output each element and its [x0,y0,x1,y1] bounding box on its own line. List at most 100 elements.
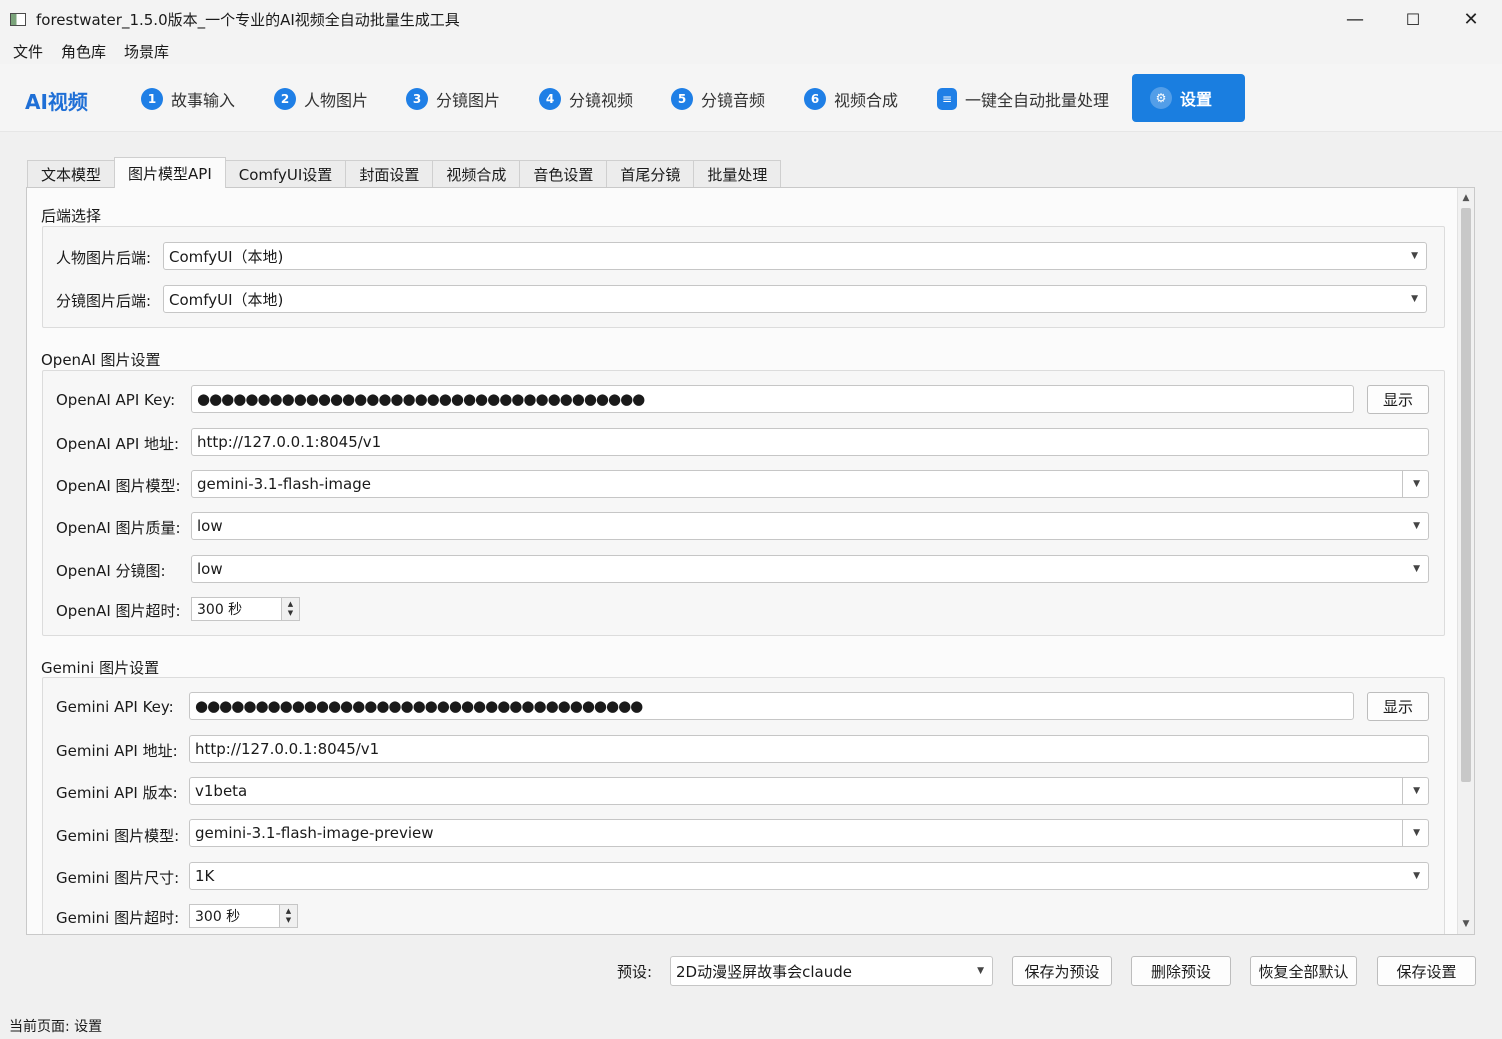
gemini-model-select[interactable]: gemini-3.1-flash-image-preview ▼ [189,819,1429,847]
tab-voice-settings[interactable]: 音色设置 [519,160,608,188]
nav-label: 人物图片 [304,91,369,110]
stepper-arrows-icon[interactable]: ▲ ▼ [281,598,299,620]
stepper-arrows-icon[interactable]: ▲ ▼ [279,905,297,927]
openai-url-input[interactable]: http://127.0.0.1:8045/v1 [191,428,1429,456]
tab-text-model[interactable]: 文本模型 [27,160,116,188]
vertical-scrollbar[interactable]: ▲ ▼ [1457,188,1474,934]
gemini-version-label: Gemini API 版本: [56,784,178,802]
menu-character-library[interactable]: 角色库 [61,41,106,62]
status-bar: 当前页面: 设置 [0,1012,1502,1039]
step-4-icon: 4 [539,88,561,110]
nav-storyboard-audio[interactable]: 5 分镜音频 [671,86,765,112]
nav-label: 视频合成 [834,91,899,110]
bottom-action-bar: 预设: 2D动漫竖屏故事会claude ▼ 保存为预设 删除预设 恢复全部默认 … [0,950,1502,995]
nav-storyboard-images[interactable]: 3 分镜图片 [406,86,500,112]
openai-storyboard-label: OpenAI 分镜图: [56,562,166,580]
openai-storyboard-select[interactable]: low ▼ [191,555,1429,583]
nav-video-compose[interactable]: 6 视频合成 [804,86,898,112]
menu-scene-library[interactable]: 场景库 [124,41,169,62]
restore-defaults-button[interactable]: 恢复全部默认 [1250,956,1357,986]
nav-story-input[interactable]: 1 故事输入 [141,86,235,112]
dropdown-arrow-icon: ▼ [1413,871,1420,881]
select-value: 2D动漫竖屏故事会claude [676,962,852,981]
dropdown-arrow-icon: ▼ [1411,251,1418,261]
maximize-button[interactable]: ☐ [1384,0,1442,38]
settings-tabs: 文本模型 图片模型API ComfyUI设置 封面设置 视频合成 音色设置 首尾… [27,157,782,188]
dropdown-arrow-icon: ▼ [977,966,984,976]
scroll-up-icon[interactable]: ▲ [1458,190,1474,206]
nav-storyboard-videos[interactable]: 4 分镜视频 [539,86,633,112]
dropdown-arrow-icon: ▼ [1413,828,1420,838]
tab-cover-settings[interactable]: 封面设置 [345,160,434,188]
preset-label: 预设: [617,963,653,981]
gemini-timeout-spinbox[interactable]: 300 秒 ▲ ▼ [189,904,298,928]
select-value: ComfyUI（本地) [169,290,284,309]
openai-model-select[interactable]: gemini-3.1-flash-image ▼ [191,470,1429,498]
nav-label: 故事输入 [171,91,236,110]
title-bar: forestwater_1.5.0版本_一个专业的AI视频全自动批量生成工具 —… [0,0,1502,38]
step-1-icon: 1 [141,88,163,110]
spin-value: 300 秒 [197,602,243,618]
gemini-size-select[interactable]: 1K ▼ [189,862,1429,890]
gear-icon: ⚙ [1150,87,1172,109]
save-as-preset-button[interactable]: 保存为预设 [1012,956,1112,986]
menu-file[interactable]: 文件 [13,41,43,62]
backend-group-title: 后端选择 [41,207,102,225]
gemini-group-title: Gemini 图片设置 [41,659,160,677]
minimize-button[interactable]: — [1326,0,1384,38]
nav-batch-process[interactable]: ≡ 一键全自动批量处理 [937,86,1109,112]
openai-key-input[interactable]: ●●●●●●●●●●●●●●●●●●●●●●●●●●●●●●●●●●●●● [191,385,1354,413]
gemini-key-label: Gemini API Key: [56,698,174,716]
spin-value: 300 秒 [195,909,241,925]
gemini-timeout-label: Gemini 图片超时: [56,909,180,927]
field-value: http://127.0.0.1:8045/v1 [197,433,382,451]
storyboard-backend-select[interactable]: ComfyUI（本地) ▼ [163,285,1427,313]
select-value: v1beta [195,782,248,800]
masked-value: ●●●●●●●●●●●●●●●●●●●●●●●●●●●●●●●●●●●●● [195,697,643,715]
gemini-url-label: Gemini API 地址: [56,742,178,760]
delete-preset-button[interactable]: 删除预设 [1131,956,1231,986]
preset-select[interactable]: 2D动漫竖屏故事会claude ▼ [670,956,993,986]
select-value: 1K [195,867,215,885]
masked-value: ●●●●●●●●●●●●●●●●●●●●●●●●●●●●●●●●●●●●● [197,390,645,408]
menu-bar: 文件 角色库 场景库 [0,38,1502,64]
scroll-thumb[interactable] [1461,208,1471,782]
select-value: low [197,517,223,535]
nav-label: 分镜音频 [701,91,766,110]
tab-image-model-api[interactable]: 图片模型API [114,157,226,188]
openai-timeout-spinbox[interactable]: 300 秒 ▲ ▼ [191,597,300,621]
nav-settings[interactable]: ⚙ 设置 [1132,74,1245,122]
character-backend-label: 人物图片后端: [56,249,152,267]
nav-label: 一键全自动批量处理 [965,91,1110,110]
step-nav: AI视频 1 故事输入 2 人物图片 3 分镜图片 4 分镜视频 5 分镜音频 … [0,64,1502,132]
gemini-key-input[interactable]: ●●●●●●●●●●●●●●●●●●●●●●●●●●●●●●●●●●●●● [189,692,1354,720]
tab-comfyui-settings[interactable]: ComfyUI设置 [224,160,347,188]
select-value: low [197,560,223,578]
tab-batch-process[interactable]: 批量处理 [693,160,782,188]
dropdown-arrow-icon: ▼ [1413,786,1420,796]
gemini-version-select[interactable]: v1beta ▼ [189,777,1429,805]
window-title: forestwater_1.5.0版本_一个专业的AI视频全自动批量生成工具 [36,10,460,29]
openai-show-key-button[interactable]: 显示 [1367,385,1429,414]
dropdown-arrow-icon: ▼ [1411,294,1418,304]
nav-character-images[interactable]: 2 人物图片 [274,86,368,112]
storyboard-backend-label: 分镜图片后端: [56,292,152,310]
close-button[interactable]: ✕ [1442,0,1500,38]
gemini-url-input[interactable]: http://127.0.0.1:8045/v1 [189,735,1429,763]
field-value: http://127.0.0.1:8045/v1 [195,740,380,758]
openai-quality-select[interactable]: low ▼ [191,512,1429,540]
save-settings-button[interactable]: 保存设置 [1377,956,1476,986]
brand-title: AI视频 [25,90,88,114]
openai-url-label: OpenAI API 地址: [56,435,180,453]
select-value: gemini-3.1-flash-image [197,475,371,493]
settings-panel: 后端选择 人物图片后端: ComfyUI（本地) ▼ 分镜图片后端: Comfy… [26,187,1475,935]
scroll-down-icon[interactable]: ▼ [1458,916,1474,932]
gemini-size-label: Gemini 图片尺寸: [56,869,180,887]
tab-first-last-storyboard[interactable]: 首尾分镜 [606,160,695,188]
step-3-icon: 3 [406,88,428,110]
gemini-show-key-button[interactable]: 显示 [1367,692,1429,721]
nav-label: 设置 [1180,90,1213,109]
tab-video-compose[interactable]: 视频合成 [432,160,521,188]
select-value: ComfyUI（本地) [169,247,284,266]
character-backend-select[interactable]: ComfyUI（本地) ▼ [163,242,1427,270]
